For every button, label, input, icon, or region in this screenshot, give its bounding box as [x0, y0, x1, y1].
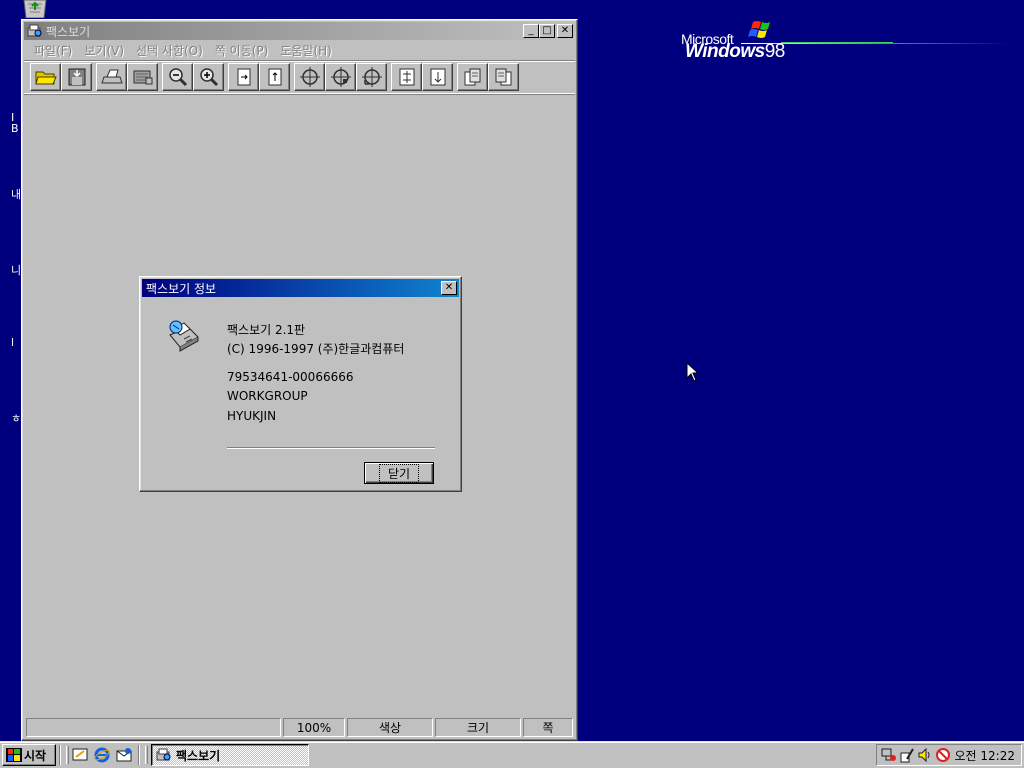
mouse-cursor-icon	[686, 362, 700, 382]
pen-icon	[900, 748, 914, 763]
menu-options[interactable]: 선택 사항(O)	[130, 42, 209, 59]
toolbar	[24, 60, 575, 94]
system-tray: 오전 12:22	[876, 744, 1022, 766]
fax-machine-icon	[169, 320, 199, 352]
menu-page[interactable]: 쪽 이동(P)	[209, 42, 275, 59]
start-label: 시작	[24, 748, 47, 763]
zoom-in-icon	[199, 68, 218, 87]
internet-explorer-icon	[94, 747, 110, 763]
menu-help[interactable]: 도움말(H)	[274, 42, 338, 59]
copyright-text: (C) 1996-1997 (주)한글과컴퓨터	[227, 342, 405, 356]
tray-pen[interactable]	[899, 747, 915, 763]
flip-horizontal-button[interactable]	[391, 63, 422, 91]
print-setup-icon	[133, 70, 152, 85]
clock[interactable]: 오전 12:22	[955, 747, 1015, 764]
taskbar: 시작 팩스보기 오전 12:22	[0, 741, 1024, 768]
minimize-button[interactable]: _	[523, 24, 539, 38]
status-color: 색상	[347, 718, 433, 737]
serial-number: 79534641-00066666	[227, 370, 354, 384]
crosshair-button[interactable]	[294, 63, 325, 91]
previous-page-button[interactable]	[457, 63, 488, 91]
rotate-left-icon	[237, 68, 250, 86]
menu-view[interactable]: 보기(V)	[78, 42, 130, 59]
crosshair-fit-icon	[361, 67, 382, 87]
crosshair-center-icon	[330, 67, 351, 87]
zoom-out-button[interactable]	[162, 63, 193, 91]
registered-user: HYUKJIN	[227, 409, 277, 423]
logo-swoosh-accent	[781, 42, 893, 43]
windows-flag-icon	[748, 21, 770, 38]
tray-volume[interactable]	[917, 747, 933, 763]
close-button[interactable]: ✕	[557, 24, 573, 38]
rotate-right-button[interactable]	[259, 63, 290, 91]
logo-product: Windows98	[685, 41, 785, 63]
next-page-icon	[495, 68, 511, 86]
flip-horizontal-icon	[399, 68, 414, 86]
save-icon	[68, 68, 85, 86]
about-dialog[interactable]: 팩스보기 정보 ✕ 팩스보기 2.1판 (C) 1996-1997 (주)한글과…	[139, 276, 462, 492]
logo-version: 98	[764, 41, 786, 62]
windows-flag-icon	[6, 748, 22, 762]
status-size: 크기	[435, 718, 521, 737]
outlook-button[interactable]	[113, 744, 135, 766]
maximize-button[interactable]: □	[539, 24, 555, 38]
outlook-icon	[116, 748, 132, 762]
internet-explorer-button[interactable]	[91, 744, 113, 766]
desktop-icon-label[interactable]: ㅎ	[11, 410, 21, 426]
logo-product-name: Windows	[685, 41, 765, 62]
flip-vertical-icon	[430, 68, 445, 86]
tray-network[interactable]	[881, 747, 897, 763]
status-page: 쪽	[523, 718, 573, 737]
status-message	[26, 718, 281, 737]
desktop-icon-label[interactable]: 니	[11, 262, 21, 278]
rotate-right-icon	[268, 68, 281, 86]
fax-app-icon[interactable]	[27, 24, 43, 38]
open-icon	[34, 71, 57, 85]
desktop-icon	[72, 748, 88, 761]
print-icon	[100, 69, 123, 84]
desktop-icon-label[interactable]: l	[11, 336, 14, 349]
start-button[interactable]: 시작	[2, 744, 56, 766]
task-label: 팩스보기	[176, 748, 221, 763]
next-page-button[interactable]	[488, 63, 519, 91]
zoom-in-button[interactable]	[193, 63, 224, 91]
network-icon	[881, 748, 896, 761]
print-setup-button[interactable]	[127, 63, 158, 91]
desktop-icon-label[interactable]: I B	[11, 112, 19, 134]
dialog-body: 팩스보기 2.1판 (C) 1996-1997 (주)한글과컴퓨터 795346…	[142, 297, 459, 489]
close-dialog-label: 닫기	[378, 463, 420, 483]
desktop-icon-label[interactable]: 내	[11, 186, 21, 202]
task-fax-viewer[interactable]: 팩스보기	[151, 744, 309, 766]
previous-page-icon	[464, 68, 480, 86]
crosshair-fit-button[interactable]	[356, 63, 387, 91]
menu-file[interactable]: 파일(F)	[28, 42, 78, 59]
open-button[interactable]	[30, 63, 61, 91]
rotate-left-button[interactable]	[228, 63, 259, 91]
dialog-close-button[interactable]: ✕	[441, 281, 457, 295]
flip-vertical-button[interactable]	[422, 63, 453, 91]
show-desktop-button[interactable]	[69, 744, 91, 766]
tray-block[interactable]	[935, 747, 951, 763]
close-dialog-button[interactable]: 닫기	[364, 462, 434, 484]
menu-bar: 파일(F) 보기(V) 선택 사항(O) 쪽 이동(P) 도움말(H)	[24, 40, 575, 60]
zoom-out-icon	[168, 68, 187, 87]
window-titlebar[interactable]: 팩스보기 _ □ ✕	[24, 22, 575, 40]
recycle-bin-icon[interactable]	[20, 0, 50, 19]
divider	[227, 447, 435, 449]
workgroup-name: WORKGROUP	[227, 389, 308, 403]
save-button[interactable]	[61, 63, 92, 91]
print-button[interactable]	[96, 63, 127, 91]
dialog-titlebar[interactable]: 팩스보기 정보 ✕	[142, 279, 459, 297]
crosshair-icon	[299, 67, 320, 87]
block-icon	[936, 748, 950, 762]
crosshair-center-button[interactable]	[325, 63, 356, 91]
volume-icon	[918, 747, 930, 763]
windows98-logo: Microsoft Windows98	[681, 20, 1011, 66]
fax-app-icon	[156, 748, 171, 761]
status-zoom: 100%	[283, 718, 345, 737]
dialog-title: 팩스보기 정보	[146, 281, 217, 296]
window-title: 팩스보기	[46, 24, 91, 39]
product-version: 팩스보기 2.1판	[227, 323, 306, 337]
status-bar: 100% 색상 크기 쪽	[26, 718, 573, 738]
